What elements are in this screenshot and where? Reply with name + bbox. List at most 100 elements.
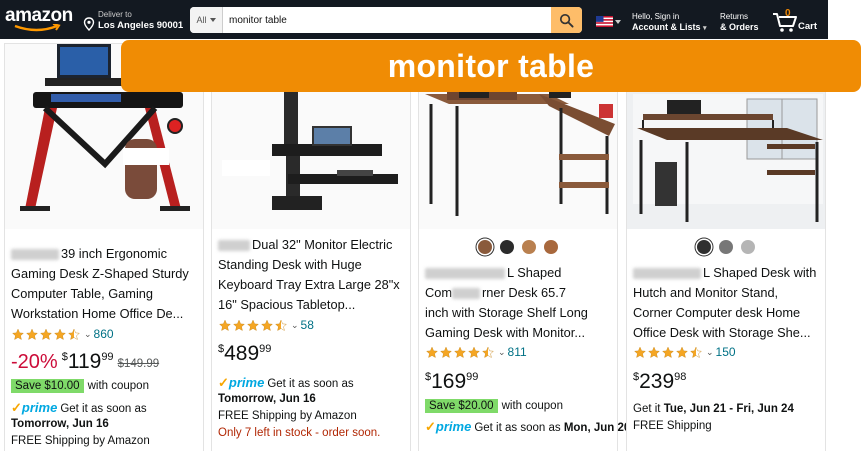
rating-count-link[interactable]: 58: [301, 318, 314, 332]
product-title-text: Com: [425, 285, 453, 300]
product-title-text: Gaming Desk with Monitor...: [425, 325, 586, 340]
product-card[interactable]: 39 inch Ergonomic Gaming Desk Z-Shaped S…: [4, 43, 204, 451]
account-lists-label: Account & Lists: [632, 22, 701, 32]
rating-count-link[interactable]: 860: [94, 327, 114, 341]
redacted-brand: [218, 240, 250, 252]
coupon-row: Save $20.00 with coupon: [425, 398, 563, 415]
color-swatch[interactable]: [522, 240, 536, 254]
delivery-text: Get it as soon as: [267, 378, 354, 390]
rating-count-link[interactable]: 150: [716, 345, 736, 359]
price-whole: 489: [224, 342, 260, 365]
cart-label: Cart: [798, 21, 818, 32]
shipping-text: FREE Shipping by Amazon: [11, 435, 150, 447]
product-title-text: torage Shelf Long: [486, 305, 588, 320]
price-block: $ 489 99: [218, 342, 275, 366]
chevron-down-icon[interactable]: ⌄: [498, 347, 506, 358]
list-price: $149.99: [117, 358, 160, 370]
caret-down-icon: ▾: [703, 25, 707, 32]
delivery-row: ✓prime Get it as soon as Mon, Jun 20: [425, 418, 630, 437]
product-rating[interactable]: ⌄ 860: [11, 327, 114, 341]
star-rating-icon: [11, 328, 81, 341]
logo-text: amazon: [5, 5, 73, 26]
orders-label: & Orders: [720, 22, 759, 32]
chevron-down-icon[interactable]: ⌄: [84, 329, 92, 340]
caret-down-icon: [615, 19, 621, 24]
banner-text: monitor table: [387, 47, 595, 84]
product-title[interactable]: L Shaped Com rner Desk 65.7 inch with Sto…: [425, 263, 613, 343]
product-title-text: inch with S: [425, 305, 487, 320]
delivery-text: Get it as soon as: [60, 403, 147, 415]
price-fraction: 98: [674, 371, 687, 383]
redacted-brand: [633, 268, 701, 280]
color-swatch[interactable]: [544, 240, 558, 254]
coupon-text: with coupon: [501, 400, 563, 412]
product-title-text: Hutch and Monitor Stand,: [633, 285, 779, 300]
product-title[interactable]: L Shaped Desk with Hutch and Monitor Sta…: [633, 263, 821, 343]
color-swatch[interactable]: [719, 240, 733, 254]
product-rating[interactable]: ⌄ 811: [425, 345, 527, 359]
rating-count-link[interactable]: 811: [508, 345, 527, 359]
redacted-text: [452, 288, 481, 300]
price-block: $ 169 99: [425, 370, 482, 394]
price-fraction: 99: [466, 371, 479, 383]
redacted-brand: [11, 249, 59, 261]
smile-arrow-icon: [14, 24, 61, 32]
product-title[interactable]: 39 inch Ergonomic Gaming Desk Z-Shaped S…: [11, 244, 199, 324]
location-pin-icon: [83, 17, 95, 31]
star-rating-icon: [218, 319, 288, 332]
price-block: $ 239 98: [633, 370, 690, 394]
caret-down-icon: [209, 18, 216, 22]
price-whole: 119: [67, 350, 102, 373]
search-icon: [559, 13, 574, 28]
color-swatch[interactable]: [500, 240, 514, 254]
color-swatch[interactable]: [478, 240, 492, 254]
product-card[interactable]: L Shaped Desk with Hutch and Monitor Sta…: [626, 43, 826, 451]
product-title-text: Corner Computer desk Home: [633, 305, 801, 320]
cart-button[interactable]: 0 Cart: [772, 8, 822, 33]
language-selector[interactable]: [596, 16, 621, 27]
chevron-down-icon[interactable]: ⌄: [291, 320, 299, 331]
product-title-text: L Shaped: [507, 265, 562, 280]
delivery-row: Get it Tue, Jun 21 - Fri, Jun 24: [633, 401, 794, 418]
discount-percent: -20%: [11, 351, 58, 373]
product-rating[interactable]: ⌄ 150: [633, 345, 736, 359]
deliver-to-label: Deliver to: [98, 10, 132, 19]
deliver-to-location[interactable]: Deliver to Los Angeles 90001: [83, 9, 183, 31]
delivery-text: Get it: [633, 403, 661, 415]
search-category-select[interactable]: All: [190, 7, 223, 33]
coupon-badge[interactable]: Save $20.00: [425, 399, 498, 413]
delivery-date: Tomorrow, Jun 16: [218, 393, 316, 405]
redacted-brand: [425, 268, 505, 280]
product-card[interactable]: L Shaped Com rner Desk 65.7 inch with Sto…: [418, 43, 630, 451]
coupon-badge[interactable]: Save $10.00: [11, 379, 84, 393]
coupon-row: Save $10.00 with coupon: [11, 378, 149, 395]
returns-orders-link[interactable]: Returns & Orders: [720, 11, 759, 33]
product-card[interactable]: Dual 32" Monitor Electric Standing Desk …: [211, 43, 411, 451]
account-lists-menu[interactable]: Hello, Sign in Account & Lists ▾: [632, 11, 707, 34]
price-block: -20% $ 119 99 $149.99: [11, 350, 159, 374]
delivery-date: Mon, Jun 20: [563, 422, 631, 434]
color-swatch[interactable]: [741, 240, 755, 254]
search-category-label: All: [196, 15, 207, 25]
prime-badge-icon: ✓prime: [11, 400, 58, 415]
account-greeting: Hello, Sign in: [632, 12, 680, 21]
prime-badge-icon: ✓prime: [218, 375, 265, 390]
search-query-banner: monitor table: [121, 40, 861, 92]
star-rating-icon: [633, 346, 703, 359]
color-swatches: [627, 240, 825, 254]
product-title[interactable]: Dual 32" Monitor Electric Standing Desk …: [218, 235, 406, 315]
search-input[interactable]: [223, 7, 551, 33]
color-swatches: [419, 240, 617, 254]
amazon-logo[interactable]: amazon: [5, 6, 75, 34]
star-rating-icon: [425, 346, 495, 359]
product-rating[interactable]: ⌄ 58: [218, 318, 314, 332]
color-swatch[interactable]: [697, 240, 711, 254]
delivery-text: Get it as soon as: [474, 422, 561, 434]
search-button[interactable]: [551, 7, 582, 33]
deliver-location-text: Los Angeles 90001: [98, 20, 184, 31]
search-bar: All: [190, 7, 582, 33]
shipping-text: FREE Shipping by Amazon: [218, 410, 357, 422]
prime-badge-icon: ✓prime: [425, 419, 472, 434]
chevron-down-icon[interactable]: ⌄: [706, 347, 714, 358]
price-fraction: 99: [101, 351, 114, 363]
